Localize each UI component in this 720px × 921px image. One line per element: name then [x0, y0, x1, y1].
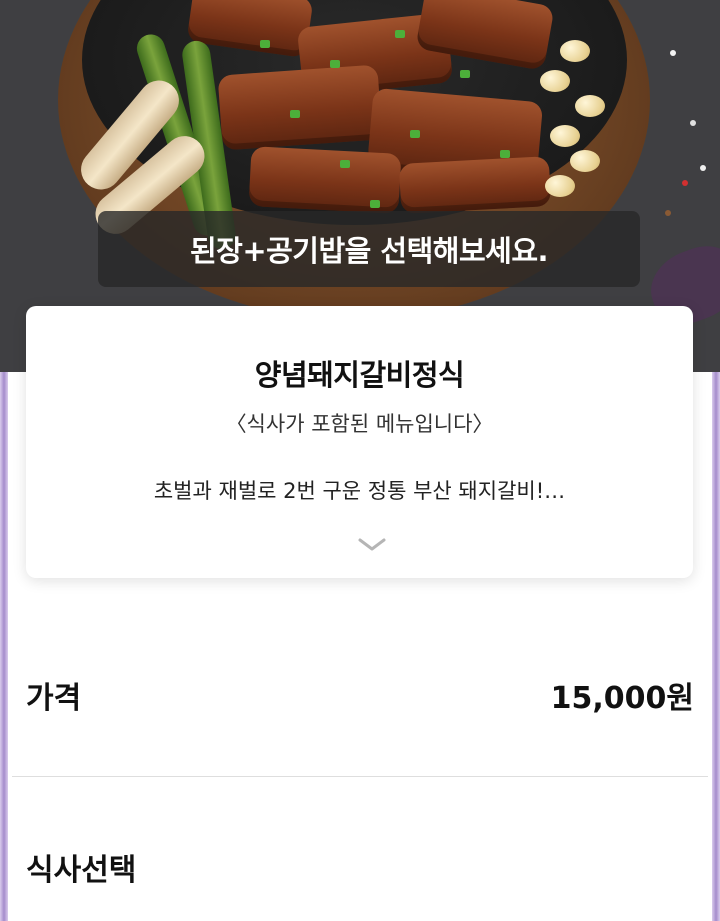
scallion-garnish — [370, 200, 380, 208]
menu-description: 초벌과 재벌로 2번 구운 정통 부산 돼지갈비!… — [153, 479, 566, 503]
rib-piece — [217, 64, 383, 151]
frame-border-right — [712, 372, 720, 921]
section-divider — [12, 776, 708, 777]
salt-speck — [690, 120, 696, 126]
menu-subtitle: 〈식사가 포함된 메뉴입니다〉 — [225, 412, 494, 436]
scallion-garnish — [340, 160, 350, 168]
peppercorn-speck — [665, 210, 671, 216]
garlic-clove — [575, 95, 605, 117]
garlic-clove — [540, 70, 570, 92]
garlic-clove — [545, 175, 575, 197]
peppercorn-speck — [682, 180, 688, 186]
chevron-down-icon — [358, 538, 386, 551]
garlic-clove — [570, 150, 600, 172]
scallion-garnish — [260, 40, 270, 48]
scallion-garnish — [330, 60, 340, 68]
expand-description-button[interactable] — [354, 536, 390, 554]
menu-title: 양념돼지갈비정식 — [254, 358, 465, 392]
scallion-garnish — [460, 70, 470, 78]
scallion-garnish — [290, 110, 300, 118]
salt-speck — [700, 165, 706, 171]
salt-speck — [670, 50, 676, 56]
hero-caption-banner: 된장+공기밥을 선택해보세요. — [98, 211, 640, 287]
scallion-garnish — [500, 150, 510, 158]
scallion-garnish — [395, 30, 405, 38]
price-value: 15,000원 — [550, 681, 694, 716]
meal-select-heading: 식사선택 — [26, 853, 137, 888]
frame-border-left — [0, 372, 8, 921]
garlic-clove — [550, 125, 580, 147]
rib-piece — [398, 156, 552, 214]
garlic-clove — [560, 40, 590, 62]
price-label: 가격 — [26, 681, 82, 716]
menu-info-card: 양념돼지갈비정식 〈식사가 포함된 메뉴입니다〉 초벌과 재벌로 2번 구운 정… — [26, 306, 693, 578]
price-row: 가격 15,000원 — [12, 651, 708, 737]
scallion-garnish — [410, 130, 420, 138]
